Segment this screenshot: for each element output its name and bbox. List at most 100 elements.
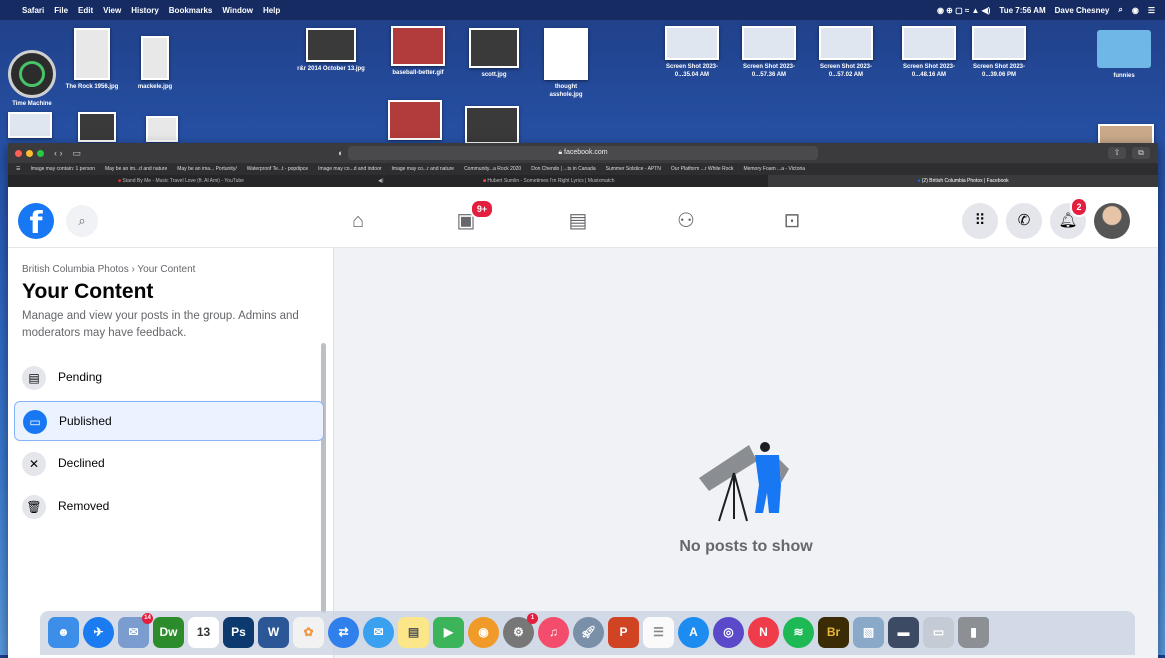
groups-icon[interactable]: ⚇ xyxy=(668,205,704,237)
share-icon[interactable]: ⇧ xyxy=(1108,147,1126,159)
news-icon[interactable]: N xyxy=(748,617,779,648)
bookmark-item[interactable]: Memory Foam ...a - Victoria xyxy=(743,166,805,172)
bookmark-item[interactable]: Summer Solstice - APTN xyxy=(606,166,661,172)
bookmark-item[interactable]: Image may co...r and nature xyxy=(392,166,455,172)
sidebar-item-published[interactable]: ▭ Published xyxy=(14,401,324,441)
notifications-icon[interactable]: 🔔︎ 2 xyxy=(1050,197,1088,239)
music-icon[interactable]: ♫ xyxy=(538,617,569,648)
zoom-window-button[interactable] xyxy=(37,149,44,157)
menu-clock[interactable]: Tue 7:56 AM xyxy=(999,6,1045,15)
menu-view[interactable]: View xyxy=(103,6,121,15)
dock-window-thumbnail[interactable]: ▬ xyxy=(888,617,919,648)
bookmark-item[interactable]: Don Chendo | ...ts in Canada xyxy=(531,166,595,172)
desktop-icon-screenshot-2[interactable]: Screen Shot 2023-0...57.36 AM xyxy=(737,26,801,79)
image-thumbnail-icon[interactable] xyxy=(465,106,519,144)
control-icon[interactable]: ☰ xyxy=(1148,6,1155,15)
tabs-overview-icon[interactable]: ⧉ xyxy=(1132,147,1150,159)
dock-window-thumbnail[interactable]: ▭ xyxy=(923,617,954,648)
launchpad-icon[interactable]: 🚀︎ xyxy=(573,617,604,648)
bookmark-item[interactable]: May be an ima... Portunity/ xyxy=(177,166,236,172)
menu-app-name[interactable]: Safari xyxy=(22,6,44,15)
desktop-icon-screenshot-3[interactable]: Screen Shot 2023-0...57.02 AM xyxy=(814,26,878,79)
image-thumbnail-icon[interactable] xyxy=(388,100,442,140)
gaming-icon[interactable]: ⊡ xyxy=(774,205,810,237)
teamviewer-icon[interactable]: ⇄ xyxy=(328,617,359,648)
desktop-icon-screenshot-4[interactable]: Screen Shot 2023-0...48.16 AM xyxy=(896,26,962,79)
desktop-icon-screenshot-1[interactable]: Screen Shot 2023-0...35.04 AM xyxy=(660,26,724,79)
status-icons[interactable]: ◉ ⊕ ▢ ≈ ▲ ◀) xyxy=(937,6,990,15)
breadcrumb[interactable]: British Columbia Photos › Your Content xyxy=(22,264,195,275)
sidebar-toggle-icon[interactable]: ▭ xyxy=(73,148,82,159)
messenger-icon[interactable]: ✆ xyxy=(1006,203,1042,239)
home-icon[interactable]: ⌂ xyxy=(340,205,376,237)
spotlight-icon[interactable]: ⌕ xyxy=(1118,5,1122,15)
menu-bookmarks[interactable]: Bookmarks xyxy=(169,6,213,15)
photoshop-icon[interactable]: Ps xyxy=(223,617,254,648)
avatar[interactable] xyxy=(1094,203,1130,239)
desktop-icon-scott[interactable]: scott.jpg xyxy=(466,28,522,79)
menu-file[interactable]: File xyxy=(54,6,68,15)
minimize-window-button[interactable] xyxy=(26,149,33,157)
menu-grid-icon[interactable]: ⠿ xyxy=(962,203,998,239)
notes-icon[interactable]: ▤ xyxy=(398,617,429,648)
spotify-icon[interactable]: ≋ xyxy=(783,617,814,648)
system-preferences-icon[interactable]: ⚙ 1 xyxy=(503,613,538,648)
word-icon[interactable]: W xyxy=(258,617,289,648)
dreamweaver-icon[interactable]: Dw xyxy=(153,617,184,648)
privacy-shield-icon[interactable]: ◐ xyxy=(338,148,343,158)
desktop-icon-baseball[interactable]: baseball-better.gif xyxy=(380,26,456,77)
reminders-icon[interactable]: ☰ xyxy=(643,617,674,648)
close-window-button[interactable] xyxy=(15,149,22,157)
menu-help[interactable]: Help xyxy=(263,6,280,15)
finder-icon[interactable]: ☻ xyxy=(48,617,79,648)
menu-history[interactable]: History xyxy=(131,6,159,15)
preview-icon[interactable]: ▧ xyxy=(853,617,884,648)
sidebar-item-removed[interactable]: 🗑︎ Removed xyxy=(14,487,324,527)
photos-app-icon[interactable]: ✉ 14 xyxy=(118,613,153,648)
desktop-icon-rr-2014[interactable]: r&r 2014 October 13.jpg xyxy=(296,28,366,73)
powerpoint-icon[interactable]: P xyxy=(608,617,639,648)
bookmarks-icon[interactable]: ☰ xyxy=(16,166,20,172)
bookmark-item[interactable]: Our Platform ...r White Rock xyxy=(671,166,734,172)
menu-user[interactable]: Dave Chesney xyxy=(1055,6,1110,15)
safari-icon[interactable]: ✈ xyxy=(83,617,114,648)
facebook-logo-icon[interactable]: f xyxy=(18,203,54,239)
facetime-icon[interactable]: ▶ xyxy=(433,617,464,648)
image-thumbnail-icon[interactable] xyxy=(8,112,52,138)
watch-icon[interactable]: ▣ 9+ xyxy=(448,199,494,237)
menu-edit[interactable]: Edit xyxy=(78,6,93,15)
bookmark-item[interactable]: Image may co...d and indoor xyxy=(318,166,381,172)
bookmark-item[interactable]: Image may contain: 1 person xyxy=(30,166,94,172)
desktop-icon-mackele[interactable]: mackele.jpg xyxy=(130,36,180,91)
tab-youtube[interactable]: ■ Stand By Me - Music Travel Love (ft. A… xyxy=(118,175,244,187)
audio-playing-icon[interactable]: ◀) xyxy=(378,178,384,184)
desktop-icon-funnies[interactable]: funnies xyxy=(1094,30,1154,80)
desktop-icon-the-rock[interactable]: The Rock 1956.jpg xyxy=(62,28,122,91)
tab-facebook[interactable]: ● (2) British Columbia Photos | Facebook xyxy=(768,175,1158,187)
calendar-icon[interactable]: 13 xyxy=(188,617,219,648)
image-thumbnail-icon[interactable] xyxy=(78,112,116,142)
siri-icon[interactable]: ◉ xyxy=(1132,6,1139,15)
photos-icon[interactable]: ✿ xyxy=(293,617,324,648)
messages-icon[interactable]: ✉ xyxy=(363,617,394,648)
bookmark-item[interactable]: Community...a Rock 2020 xyxy=(464,166,521,172)
back-forward-icon[interactable]: ‹ › xyxy=(54,148,63,158)
app-store-icon[interactable]: A xyxy=(678,617,709,648)
trash-icon[interactable]: ▮ xyxy=(958,617,989,648)
bookmark-item[interactable]: May be an im...d and nature xyxy=(105,166,167,172)
address-bar[interactable]: 🔒︎ facebook.com xyxy=(348,146,818,160)
siri-app-icon[interactable]: ◎ xyxy=(713,617,744,648)
bookmark-item[interactable]: Waterproof Te...t - popdipce xyxy=(247,166,308,172)
books-icon[interactable]: ◉ xyxy=(468,617,499,648)
desktop-icon-screenshot-5[interactable]: Screen Shot 2023-0...39.06 PM xyxy=(966,26,1032,79)
marketplace-icon[interactable]: ▤ xyxy=(560,205,596,237)
sidebar-item-pending[interactable]: ▤ Pending xyxy=(14,358,324,398)
bridge-icon[interactable]: Br xyxy=(818,617,849,648)
menu-window[interactable]: Window xyxy=(222,6,253,15)
desktop-icon-time-machine[interactable]: Time Machine xyxy=(2,50,62,108)
sidebar-item-declined[interactable]: ✕ Declined xyxy=(14,444,324,484)
desktop-icon-thought[interactable]: thought asshole.jpg xyxy=(538,28,594,99)
image-thumbnail-icon[interactable] xyxy=(146,116,178,142)
search-icon[interactable]: ⌕ xyxy=(66,205,98,237)
tab-musixmatch[interactable]: ■ Hubert Sumlin - Sometimes I'm Right Ly… xyxy=(483,175,615,187)
